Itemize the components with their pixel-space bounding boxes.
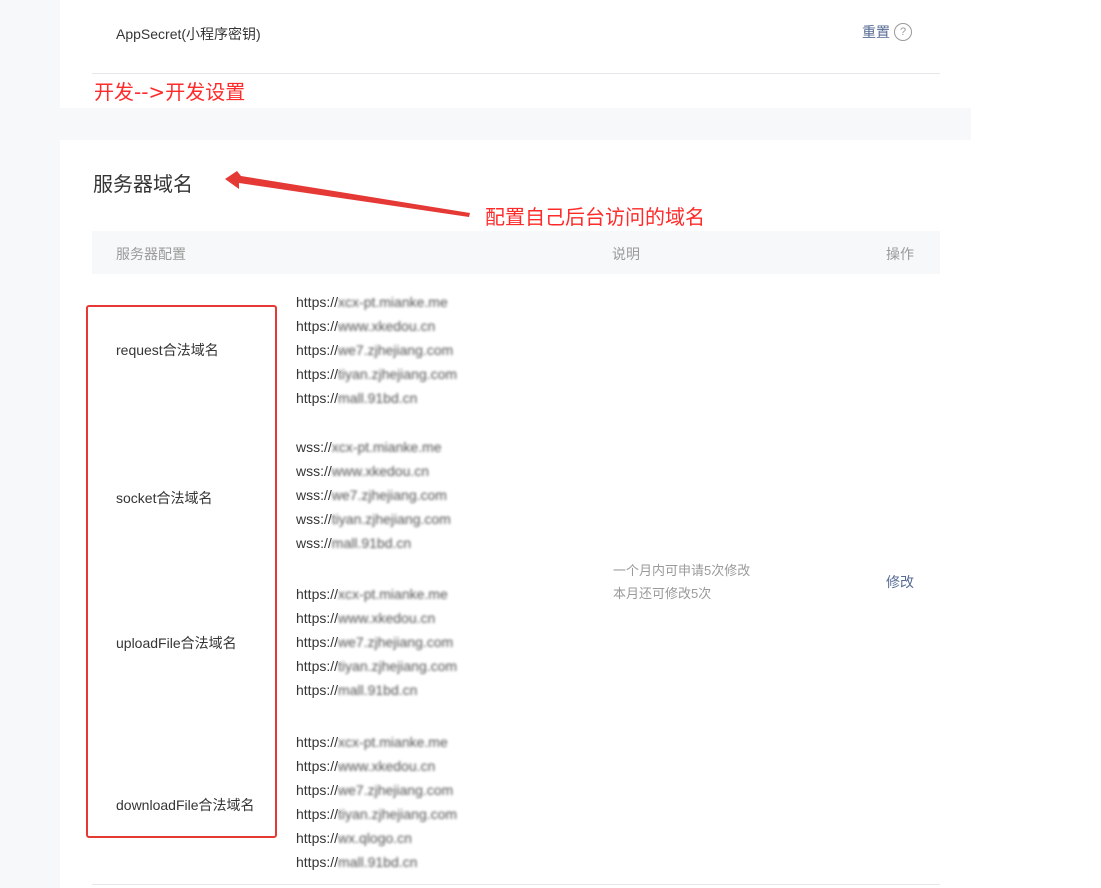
domain-url: wss://mall.91bd.cn xyxy=(296,531,451,555)
domain-url-host: wx.qlogo.cn xyxy=(338,830,412,846)
page-background-right xyxy=(971,0,1101,888)
domain-url-prefix: https:// xyxy=(296,734,339,750)
modify-limit-note: 一个月内可申请5次修改 xyxy=(613,563,751,578)
appsecret-label: AppSecret(小程序密钥) xyxy=(116,26,261,42)
annotation-path-note: 开发-->开发设置 xyxy=(94,80,246,104)
row-divider xyxy=(92,73,940,74)
domain-url-host: we7.zjhejiang.com xyxy=(331,487,447,503)
domain-url: https://xcx-pt.mianke.me xyxy=(296,582,457,606)
domain-url-host: www.xkedou.cn xyxy=(338,610,436,626)
reset-button[interactable]: 重置 xyxy=(862,22,890,42)
domain-url-prefix: https:// xyxy=(296,610,339,626)
domain-url-prefix: https:// xyxy=(296,682,339,698)
domain-url: https://tiyan.zjhejiang.com xyxy=(296,362,457,386)
domain-url-host: we7.zjhejiang.com xyxy=(338,634,454,650)
column-header-op: 操作 xyxy=(886,246,914,262)
domain-url-prefix: wss:// xyxy=(296,511,332,527)
domain-url: https://www.xkedou.cn xyxy=(296,314,457,338)
domain-url-host: mall.91bd.cn xyxy=(331,535,412,551)
domain-label-download: downloadFile合法域名 xyxy=(116,797,255,813)
section-gap xyxy=(60,108,971,140)
domain-url: wss://tiyan.zjhejiang.com xyxy=(296,507,451,531)
domain-url-prefix: wss:// xyxy=(296,439,332,455)
domain-url: https://mall.91bd.cn xyxy=(296,678,457,702)
domain-url-host: mall.91bd.cn xyxy=(338,390,418,406)
bottom-divider xyxy=(92,884,940,885)
domain-url-host: tiyan.zjhejiang.com xyxy=(338,658,458,674)
page-background-left xyxy=(0,0,60,888)
domain-url: https://www.xkedou.cn xyxy=(296,754,457,778)
domain-url-host: we7.zjhejiang.com xyxy=(338,782,454,798)
domain-url: https://wx.qlogo.cn xyxy=(296,826,457,850)
domain-url-host: xcx-pt.mianke.me xyxy=(338,734,448,750)
domain-url-prefix: https:// xyxy=(296,390,339,406)
domain-url-prefix: https:// xyxy=(296,342,339,358)
domain-url: https://mall.91bd.cn xyxy=(296,850,457,874)
domain-url-prefix: https:// xyxy=(296,318,339,334)
domain-url-host: xcx-pt.mianke.me xyxy=(338,586,448,602)
table-header: 服务器配置 说明 操作 xyxy=(92,231,940,274)
domain-list-socket: wss://xcx-pt.mianke.me wss://www.xkedou.… xyxy=(296,435,451,555)
domain-list-upload: https://xcx-pt.mianke.me https://www.xke… xyxy=(296,582,457,702)
annotation-highlight-box xyxy=(86,305,277,838)
domain-url-prefix: https:// xyxy=(296,294,339,310)
column-header-desc: 说明 xyxy=(612,246,640,262)
domain-url-host: mall.91bd.cn xyxy=(338,682,418,698)
domain-url-prefix: wss:// xyxy=(296,487,332,503)
domain-url-host: www.xkedou.cn xyxy=(331,463,430,479)
domain-url-host: tiyan.zjhejiang.com xyxy=(338,806,458,822)
domain-url-host: xcx-pt.mianke.me xyxy=(331,439,442,455)
domain-url: https://tiyan.zjhejiang.com xyxy=(296,654,457,678)
domain-list-request: https://xcx-pt.mianke.me https://www.xke… xyxy=(296,290,457,410)
domain-url: wss://we7.zjhejiang.com xyxy=(296,483,451,507)
help-icon[interactable]: ? xyxy=(894,23,912,41)
domain-url-host: we7.zjhejiang.com xyxy=(338,342,454,358)
domain-url: https://we7.zjhejiang.com xyxy=(296,630,457,654)
annotation-config-note: 配置自己后台访问的域名 xyxy=(485,205,705,229)
annotation-arrow xyxy=(225,171,470,217)
domain-url-host: mall.91bd.cn xyxy=(338,854,418,870)
domain-url: wss://www.xkedou.cn xyxy=(296,459,451,483)
domain-url-host: tiyan.zjhejiang.com xyxy=(331,511,451,527)
domain-label-socket: socket合法域名 xyxy=(116,490,213,506)
domain-url-prefix: wss:// xyxy=(296,535,332,551)
domain-url: https://tiyan.zjhejiang.com xyxy=(296,802,457,826)
domain-url-prefix: https:// xyxy=(296,366,339,382)
domain-label-upload: uploadFile合法域名 xyxy=(116,635,237,651)
domain-url-prefix: https:// xyxy=(296,634,339,650)
appsecret-actions: 重置 ? xyxy=(862,22,912,42)
domain-url-host: tiyan.zjhejiang.com xyxy=(338,366,458,382)
domain-url-prefix: https:// xyxy=(296,586,339,602)
domain-url-host: www.xkedou.cn xyxy=(338,318,436,334)
domain-url: https://xcx-pt.mianke.me xyxy=(296,730,457,754)
domain-url: wss://xcx-pt.mianke.me xyxy=(296,435,451,459)
modify-button[interactable]: 修改 xyxy=(886,572,914,592)
domain-url-prefix: wss:// xyxy=(296,463,332,479)
domain-url: https://mall.91bd.cn xyxy=(296,386,457,410)
domain-url-prefix: https:// xyxy=(296,806,339,822)
section-title: 服务器域名 xyxy=(93,172,193,196)
domain-url: https://xcx-pt.mianke.me xyxy=(296,290,457,314)
domain-url-host: www.xkedou.cn xyxy=(338,758,436,774)
domain-url-prefix: https:// xyxy=(296,830,339,846)
domain-url: https://we7.zjhejiang.com xyxy=(296,338,457,362)
domain-url-host: xcx-pt.mianke.me xyxy=(338,294,448,310)
domain-list-download: https://xcx-pt.mianke.me https://www.xke… xyxy=(296,730,457,874)
modify-remaining-note: 本月还可修改5次 xyxy=(613,586,712,601)
domain-url-prefix: https:// xyxy=(296,758,339,774)
domain-label-request: request合法域名 xyxy=(116,342,219,358)
column-header-server: 服务器配置 xyxy=(116,246,186,262)
domain-url-prefix: https:// xyxy=(296,658,339,674)
domain-url: https://we7.zjhejiang.com xyxy=(296,778,457,802)
domain-url-prefix: https:// xyxy=(296,782,339,798)
domain-url-prefix: https:// xyxy=(296,854,339,870)
domain-url: https://www.xkedou.cn xyxy=(296,606,457,630)
